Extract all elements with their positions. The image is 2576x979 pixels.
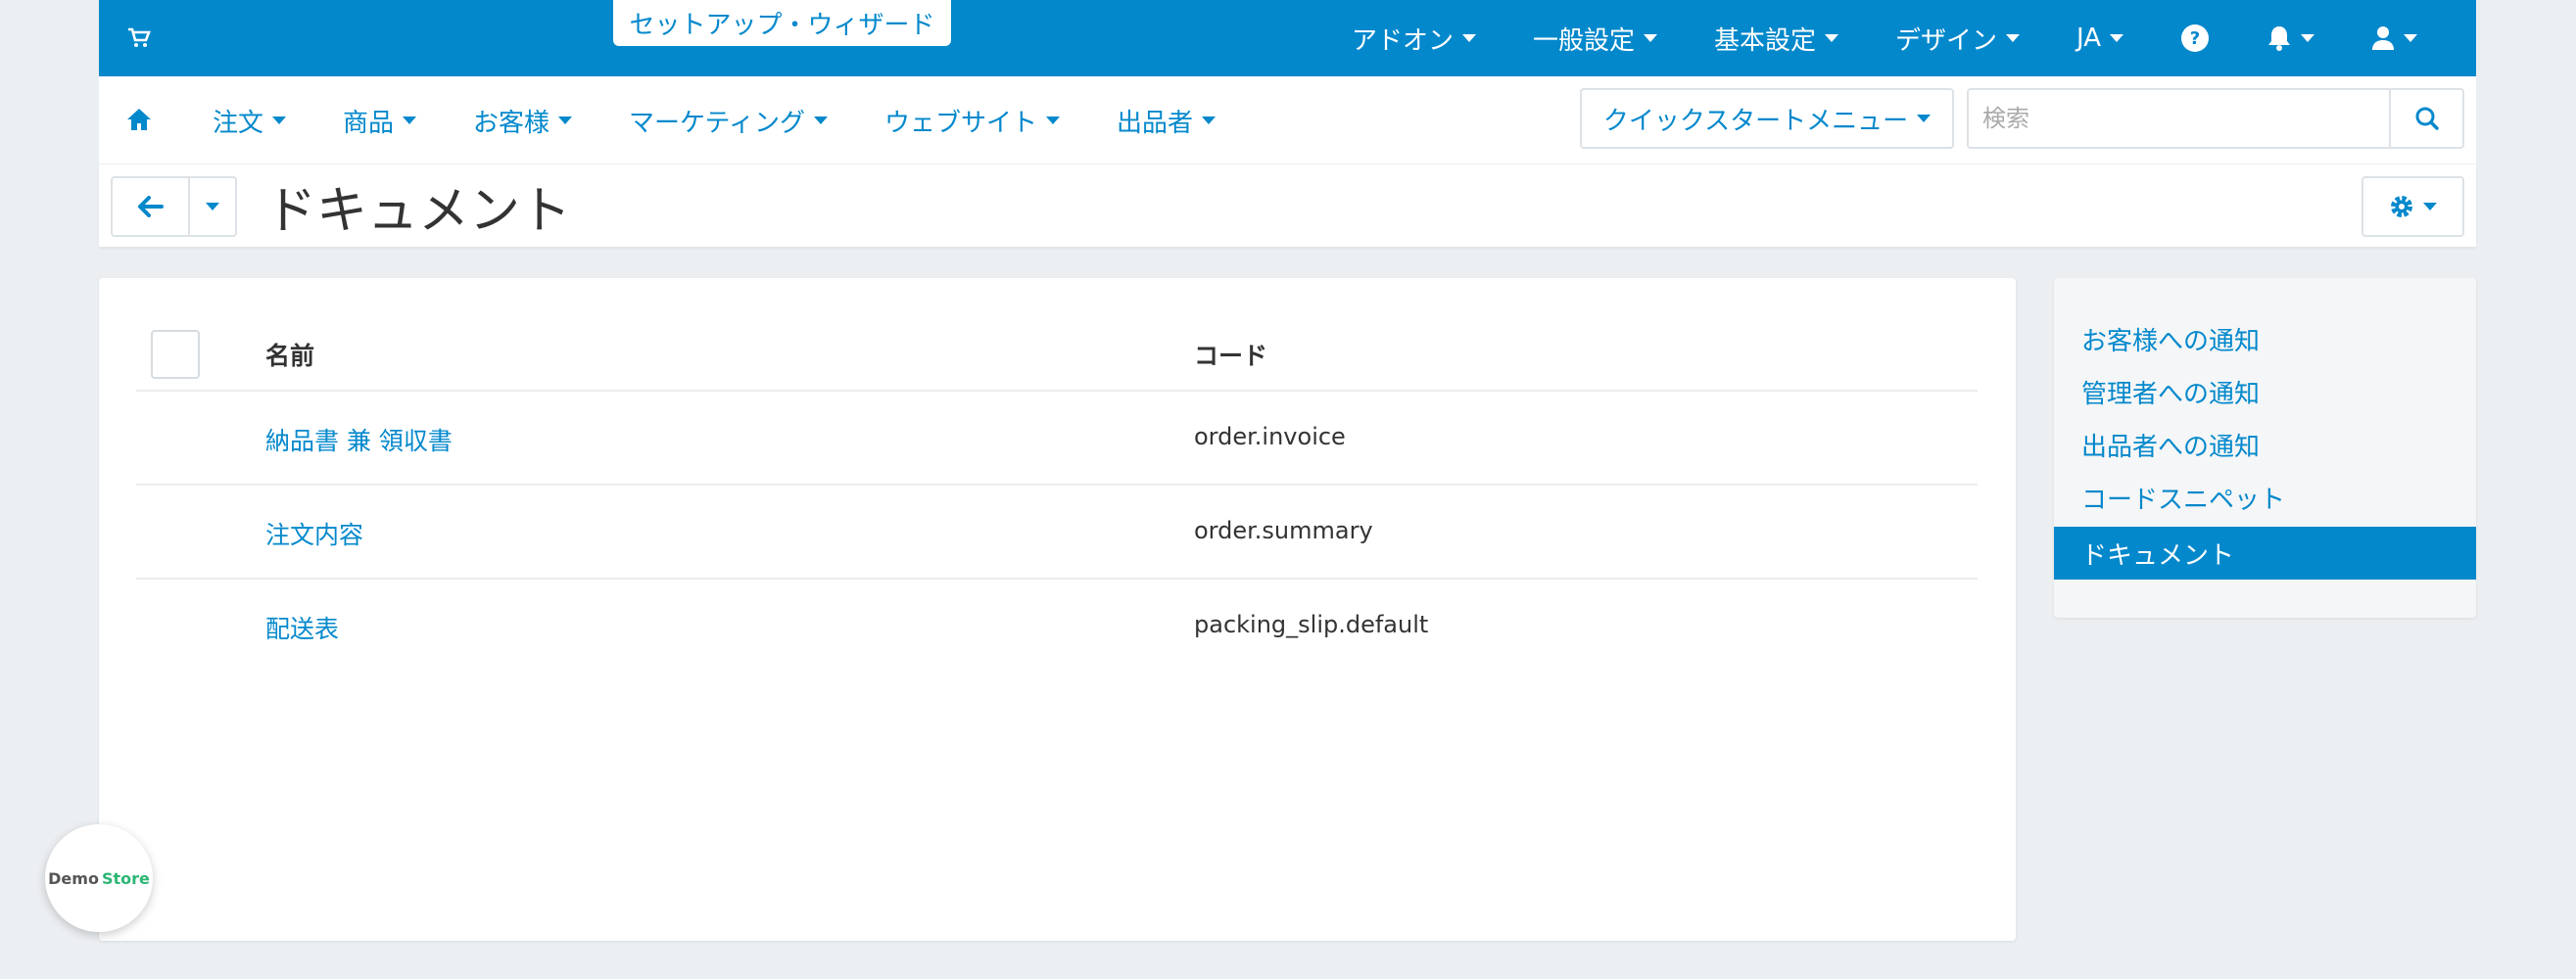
caret-down-icon	[813, 117, 828, 124]
nav-items: 注文 商品 お客様 マーケティング ウェブサイト 出品者	[213, 76, 1272, 164]
document-code: order.invoice	[1194, 423, 1346, 450]
language-selector[interactable]: JA	[2076, 23, 2123, 53]
svg-text:?: ?	[2190, 28, 2200, 49]
language-label: JA	[2076, 23, 2101, 53]
caret-down-icon	[2006, 34, 2020, 42]
document-name-link[interactable]: 配送表	[265, 610, 339, 645]
notifications-menu[interactable]	[2266, 24, 2314, 52]
back-dropdown-button[interactable]	[190, 176, 237, 237]
top-menu-basic-settings[interactable]: 基本設定	[1714, 21, 1838, 57]
arrow-left-icon	[137, 196, 164, 217]
top-menu-basic-settings-label: 基本設定	[1713, 25, 1816, 56]
top-menu-addons[interactable]: アドオン	[1352, 21, 1476, 57]
main-navbar: 注文 商品 お客様 マーケティング ウェブサイト 出品者 クイックスタートメニュ…	[99, 76, 2476, 164]
gear-icon	[2391, 196, 2412, 217]
back-button[interactable]	[111, 176, 190, 237]
nav-website-label: ウェブサイト	[883, 108, 1037, 138]
caret-down-icon	[558, 117, 573, 124]
caret-down-icon	[2301, 34, 2314, 42]
nav-customers-label: お客様	[473, 108, 550, 138]
title-bar: ドキュメント	[99, 164, 2476, 247]
top-menu-design-label: デザイン	[1894, 25, 1997, 56]
user-icon	[2372, 26, 2394, 50]
document-code: packing_slip.default	[1194, 611, 1429, 638]
demo-store-badge[interactable]: Demo Store	[45, 824, 153, 932]
caret-down-icon	[2404, 34, 2417, 42]
column-header-name[interactable]: 名前	[265, 337, 314, 372]
badge-demo-text: Demo	[48, 868, 99, 888]
top-menu-general-settings-label: 一般設定	[1532, 25, 1635, 56]
caret-down-icon	[2423, 203, 2437, 210]
document-name-link[interactable]: 納品書 兼 領収書	[265, 422, 453, 457]
setup-wizard-button[interactable]: セットアップ・ウィザード	[613, 0, 951, 46]
search-icon	[2415, 107, 2439, 130]
caret-down-icon	[1643, 34, 1657, 42]
page-title: ドキュメント	[265, 181, 572, 241]
caret-down-icon	[1824, 34, 1838, 42]
nav-orders-label: 注文	[213, 108, 264, 138]
admin-shell: セットアップ・ウィザード アドオン 一般設定 基本設定 デザイン JA ? 注文…	[99, 0, 2476, 247]
quickstart-menu-button[interactable]: クイックスタートメニュー	[1580, 88, 1954, 149]
top-menu-general-settings[interactable]: 一般設定	[1533, 21, 1657, 57]
nav-vendors[interactable]: 出品者	[1117, 103, 1216, 139]
sidebar-item-documents[interactable]: ドキュメント	[2054, 527, 2476, 580]
caret-down-icon	[206, 203, 219, 210]
top-menu-addons-label: アドオン	[1351, 25, 1454, 56]
nav-marketing[interactable]: マーケティング	[629, 103, 828, 139]
nav-marketing-label: マーケティング	[629, 108, 805, 138]
select-all-checkbox[interactable]	[151, 330, 200, 379]
header-divider	[136, 390, 1978, 392]
sidebar-item-code-snippets[interactable]: コードスニペット	[2054, 471, 2476, 524]
search-input[interactable]	[1967, 88, 2391, 149]
back-button-group	[111, 176, 237, 237]
caret-down-icon	[1045, 117, 1060, 124]
top-menu-design[interactable]: デザイン	[1895, 21, 2020, 57]
row-divider	[136, 484, 1978, 486]
sidebar-item-customer-notifications[interactable]: お客様への通知	[2054, 312, 2476, 365]
nav-products-label: 商品	[343, 108, 395, 138]
nav-orders[interactable]: 注文	[213, 103, 287, 139]
caret-down-icon	[272, 117, 287, 124]
nav-website[interactable]: ウェブサイト	[884, 103, 1060, 139]
user-menu[interactable]	[2371, 25, 2417, 51]
bell-icon	[2268, 26, 2290, 51]
nav-vendors-label: 出品者	[1116, 108, 1193, 138]
help-icon[interactable]: ?	[2180, 23, 2210, 53]
sidebar-item-vendor-notifications[interactable]: 出品者への通知	[2054, 418, 2476, 471]
sidebar-item-admin-notifications[interactable]: 管理者への通知	[2054, 365, 2476, 418]
settings-dropdown-button[interactable]	[2361, 176, 2464, 237]
home-icon[interactable]	[124, 105, 154, 134]
document-code: order.summary	[1194, 517, 1373, 544]
badge-store-text: Store	[101, 868, 150, 888]
cart-icon[interactable]	[124, 23, 154, 53]
caret-down-icon	[1461, 34, 1476, 42]
column-header-code[interactable]: コード	[1194, 337, 1267, 372]
caret-down-icon	[1202, 117, 1216, 124]
caret-down-icon	[2110, 34, 2123, 42]
notifications-sidebar: お客様への通知 管理者への通知 出品者への通知 コードスニペット ドキュメント	[2054, 278, 2476, 618]
search-button[interactable]	[2389, 88, 2464, 149]
nav-customers[interactable]: お客様	[473, 103, 573, 139]
caret-down-icon	[403, 117, 417, 124]
quickstart-menu-label: クイックスタートメニュー	[1602, 106, 1909, 136]
document-name-link[interactable]: 注文内容	[265, 516, 363, 551]
row-divider	[136, 578, 1978, 580]
nav-products[interactable]: 商品	[343, 103, 417, 139]
documents-card: 名前 コード 納品書 兼 領収書 order.invoice 注文内容 orde…	[99, 278, 2016, 941]
caret-down-icon	[1917, 115, 1932, 122]
top-menu: アドオン 一般設定 基本設定 デザイン JA ?	[1295, 0, 2417, 76]
top-bar: セットアップ・ウィザード アドオン 一般設定 基本設定 デザイン JA ?	[99, 0, 2476, 76]
